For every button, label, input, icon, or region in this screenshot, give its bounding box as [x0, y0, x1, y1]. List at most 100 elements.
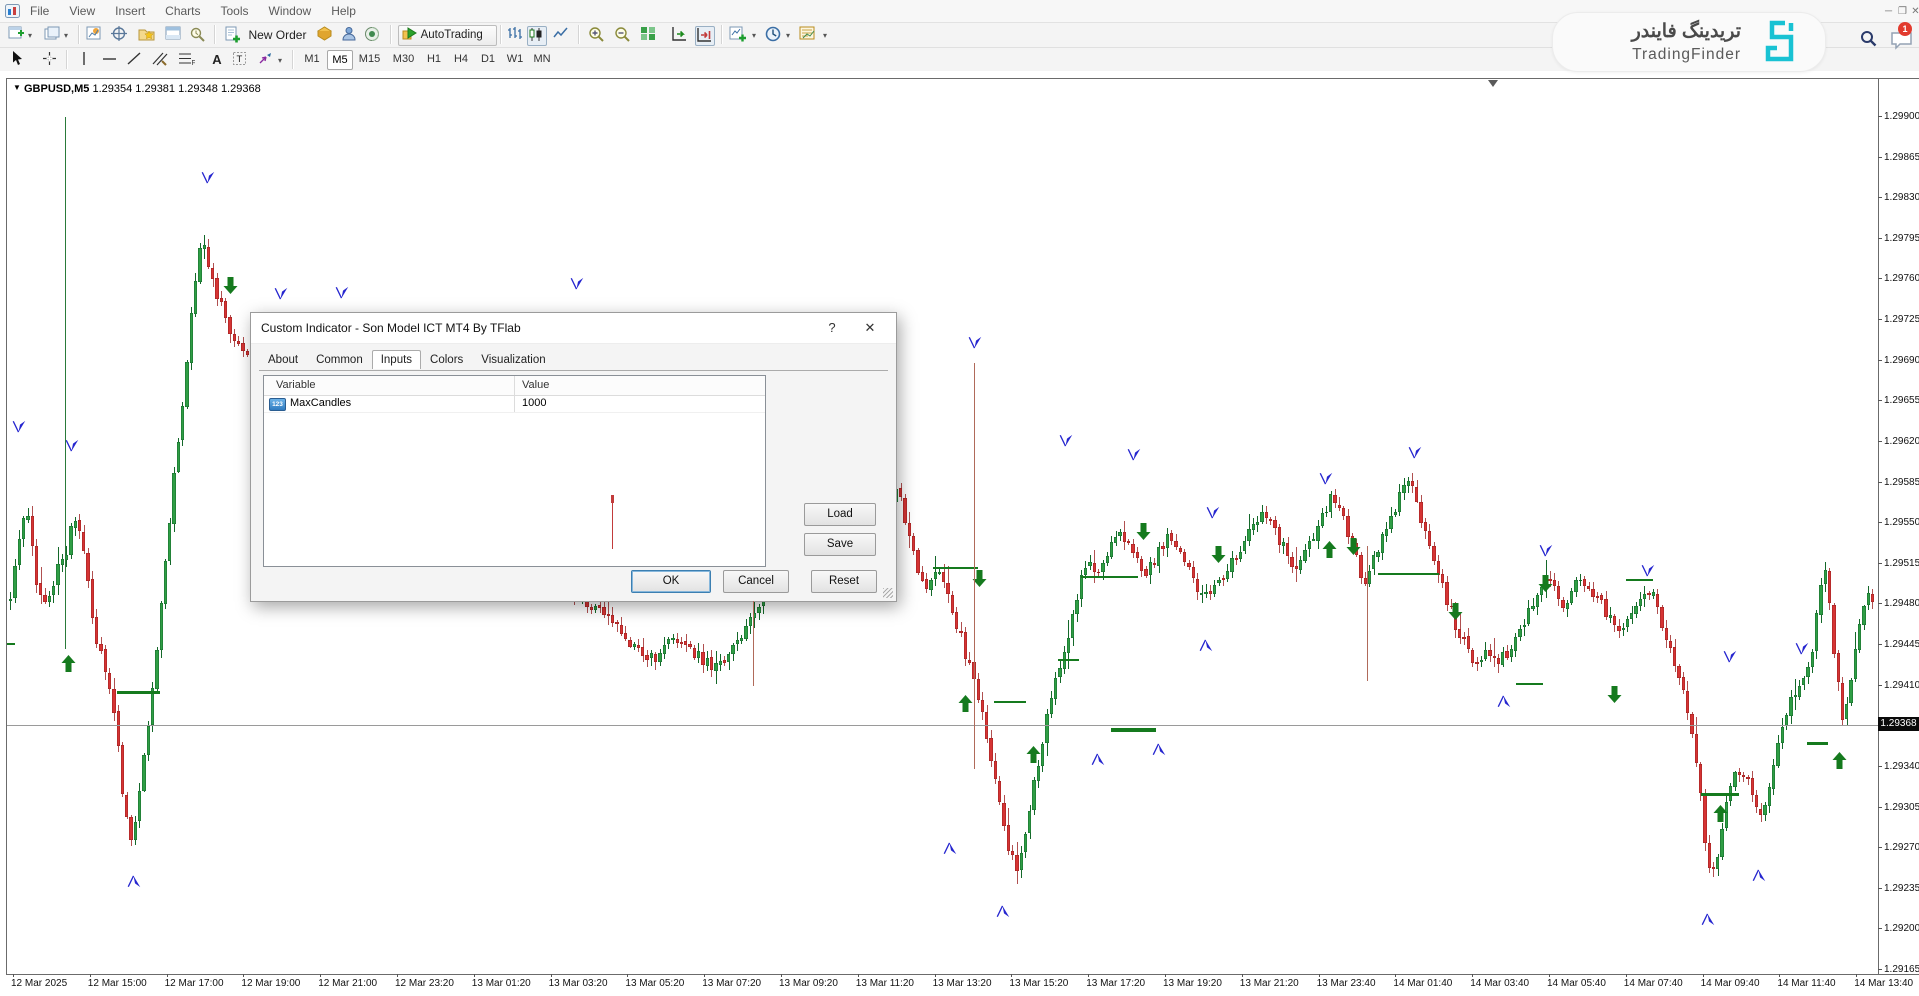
tab-inputs[interactable]: Inputs	[372, 350, 421, 369]
indicators-dropdown-arrow[interactable]: ▾	[752, 31, 756, 40]
save-button[interactable]: Save	[804, 533, 876, 556]
candle	[1776, 743, 1779, 766]
time-tick-mark	[1549, 974, 1550, 977]
expert-advisors-icon[interactable]	[341, 26, 359, 44]
menu-item-help[interactable]: Help	[321, 0, 366, 18]
profiles-dropdown-arrow[interactable]: ▾	[64, 31, 68, 40]
timeframe-m5[interactable]: M5	[327, 50, 353, 70]
arrows-dropdown-arrow[interactable]: ▾	[278, 56, 282, 65]
price-tick-mark	[1878, 888, 1882, 889]
text-tool-icon[interactable]: A	[208, 51, 226, 69]
menu-item-window[interactable]: Window	[259, 0, 322, 18]
tab-visualization[interactable]: Visualization	[472, 350, 554, 369]
zoom-in-icon[interactable]	[588, 26, 606, 44]
periods-dropdown-arrow[interactable]: ▾	[786, 31, 790, 40]
candle	[1226, 571, 1229, 579]
timeframe-mn[interactable]: MN	[530, 50, 554, 68]
bar-chart-type-icon[interactable]	[507, 26, 525, 44]
navigator-icon[interactable]	[138, 26, 156, 44]
auto-scroll-icon[interactable]	[671, 26, 689, 44]
row-variable-value[interactable]: 1000	[522, 397, 546, 409]
price-tick-label: 1.29445	[1884, 639, 1919, 650]
menu-item-file[interactable]: File	[20, 0, 59, 18]
menu-item-tools[interactable]: Tools	[211, 0, 259, 18]
timeframe-h1[interactable]: H1	[422, 50, 446, 68]
candle	[155, 650, 158, 689]
dialog-close-button[interactable]: ✕	[856, 318, 884, 338]
chart-shift-marker[interactable]	[1488, 80, 1498, 87]
load-button[interactable]: Load	[804, 503, 876, 526]
vertical-line-tool-icon[interactable]	[78, 51, 96, 69]
candle	[1256, 522, 1259, 525]
timeframe-m15[interactable]: M15	[354, 50, 385, 68]
periods-button[interactable]	[765, 26, 783, 44]
menu-item-charts[interactable]: Charts	[155, 0, 210, 18]
price-axis[interactable]: 1.299001.298651.298301.297951.297601.297…	[1878, 78, 1919, 975]
one-click-toggle-icon[interactable]: ▼	[13, 83, 21, 92]
window-close-button[interactable]: ✕	[1909, 6, 1919, 17]
market-watch-icon[interactable]	[86, 26, 104, 44]
inputs-table[interactable]: Variable Value 123 MaxCandles 1000	[263, 375, 766, 567]
candle	[615, 622, 618, 624]
templates-button[interactable]	[799, 26, 817, 44]
cancel-button[interactable]: Cancel	[723, 570, 789, 593]
new-order-button[interactable]: New Order	[224, 26, 306, 44]
candle	[26, 516, 29, 520]
reset-button[interactable]: Reset	[811, 570, 877, 593]
strategy-tester-icon[interactable]	[189, 26, 207, 44]
search-icon[interactable]	[1860, 30, 1877, 47]
tab-about[interactable]: About	[259, 350, 307, 369]
dialog-tabs: AboutCommonInputsColorsVisualization	[259, 349, 555, 370]
candle	[1768, 787, 1771, 806]
news-icon[interactable]	[364, 26, 382, 44]
timeframe-m30[interactable]: M30	[388, 50, 419, 68]
line-chart-type-icon[interactable]	[553, 26, 571, 44]
notification-badge[interactable]: 1	[1898, 22, 1912, 36]
timeframe-w1[interactable]: W1	[503, 50, 527, 68]
time-tick-label: 13 Mar 03:20	[549, 978, 608, 989]
window-restore-button[interactable]: ❐	[1896, 6, 1909, 17]
time-axis[interactable]: 12 Mar 202512 Mar 15:0012 Mar 17:0012 Ma…	[6, 974, 1919, 994]
cursor-tool-icon[interactable]	[12, 51, 30, 69]
zoom-out-icon[interactable]	[614, 26, 632, 44]
trendline-tool-icon[interactable]	[127, 51, 145, 69]
horizontal-line-tool-icon[interactable]	[102, 51, 120, 69]
fibonacci-tool-icon[interactable]: F	[178, 51, 196, 69]
new-chart-button[interactable]	[8, 26, 26, 44]
indicators-button[interactable]	[729, 26, 747, 44]
profiles-button[interactable]	[44, 26, 62, 44]
tab-colors[interactable]: Colors	[421, 350, 472, 369]
tab-common[interactable]: Common	[307, 350, 372, 369]
candlestick-chart-type-icon[interactable]	[527, 26, 547, 46]
time-tick-label: 13 Mar 07:20	[702, 978, 761, 989]
chart-shift-icon[interactable]	[695, 26, 715, 46]
timeframe-d1[interactable]: D1	[476, 50, 500, 68]
autotrading-button[interactable]: AutoTrading	[398, 25, 497, 46]
equidistant-channel-tool-icon[interactable]	[152, 51, 170, 69]
arrows-tool-icon[interactable]	[258, 51, 276, 69]
window-minimize-button[interactable]: ─	[1882, 6, 1895, 17]
price-tick-label: 1.29585	[1884, 477, 1919, 488]
candle	[1200, 593, 1203, 595]
time-tick-label: 13 Mar 19:20	[1163, 978, 1222, 989]
new-chart-dropdown-arrow[interactable]: ▾	[28, 31, 32, 40]
menu-item-view[interactable]: View	[59, 0, 105, 18]
candle	[590, 607, 593, 610]
table-row[interactable]: 123 MaxCandles 1000	[264, 395, 765, 413]
text-label-tool-icon[interactable]: T	[232, 51, 250, 69]
timeframe-m1[interactable]: M1	[300, 50, 324, 68]
templates-dropdown-arrow[interactable]: ▾	[823, 31, 827, 40]
terminal-icon[interactable]	[165, 26, 183, 44]
tile-windows-icon[interactable]	[640, 26, 658, 44]
candle	[117, 711, 120, 746]
dialog-help-button[interactable]: ?	[818, 318, 846, 338]
metaeditor-icon[interactable]	[316, 26, 334, 44]
ok-button[interactable]: OK	[631, 570, 711, 593]
crosshair-tool-icon[interactable]	[42, 51, 60, 69]
dialog-title-bar[interactable]: Custom Indicator - Son Model ICT MT4 By …	[251, 313, 896, 344]
dialog-resize-grip[interactable]	[883, 588, 893, 598]
menu-item-insert[interactable]: Insert	[105, 0, 155, 18]
data-window-icon[interactable]	[111, 26, 129, 44]
timeframe-h4[interactable]: H4	[449, 50, 473, 68]
current-price-line	[7, 725, 1878, 726]
